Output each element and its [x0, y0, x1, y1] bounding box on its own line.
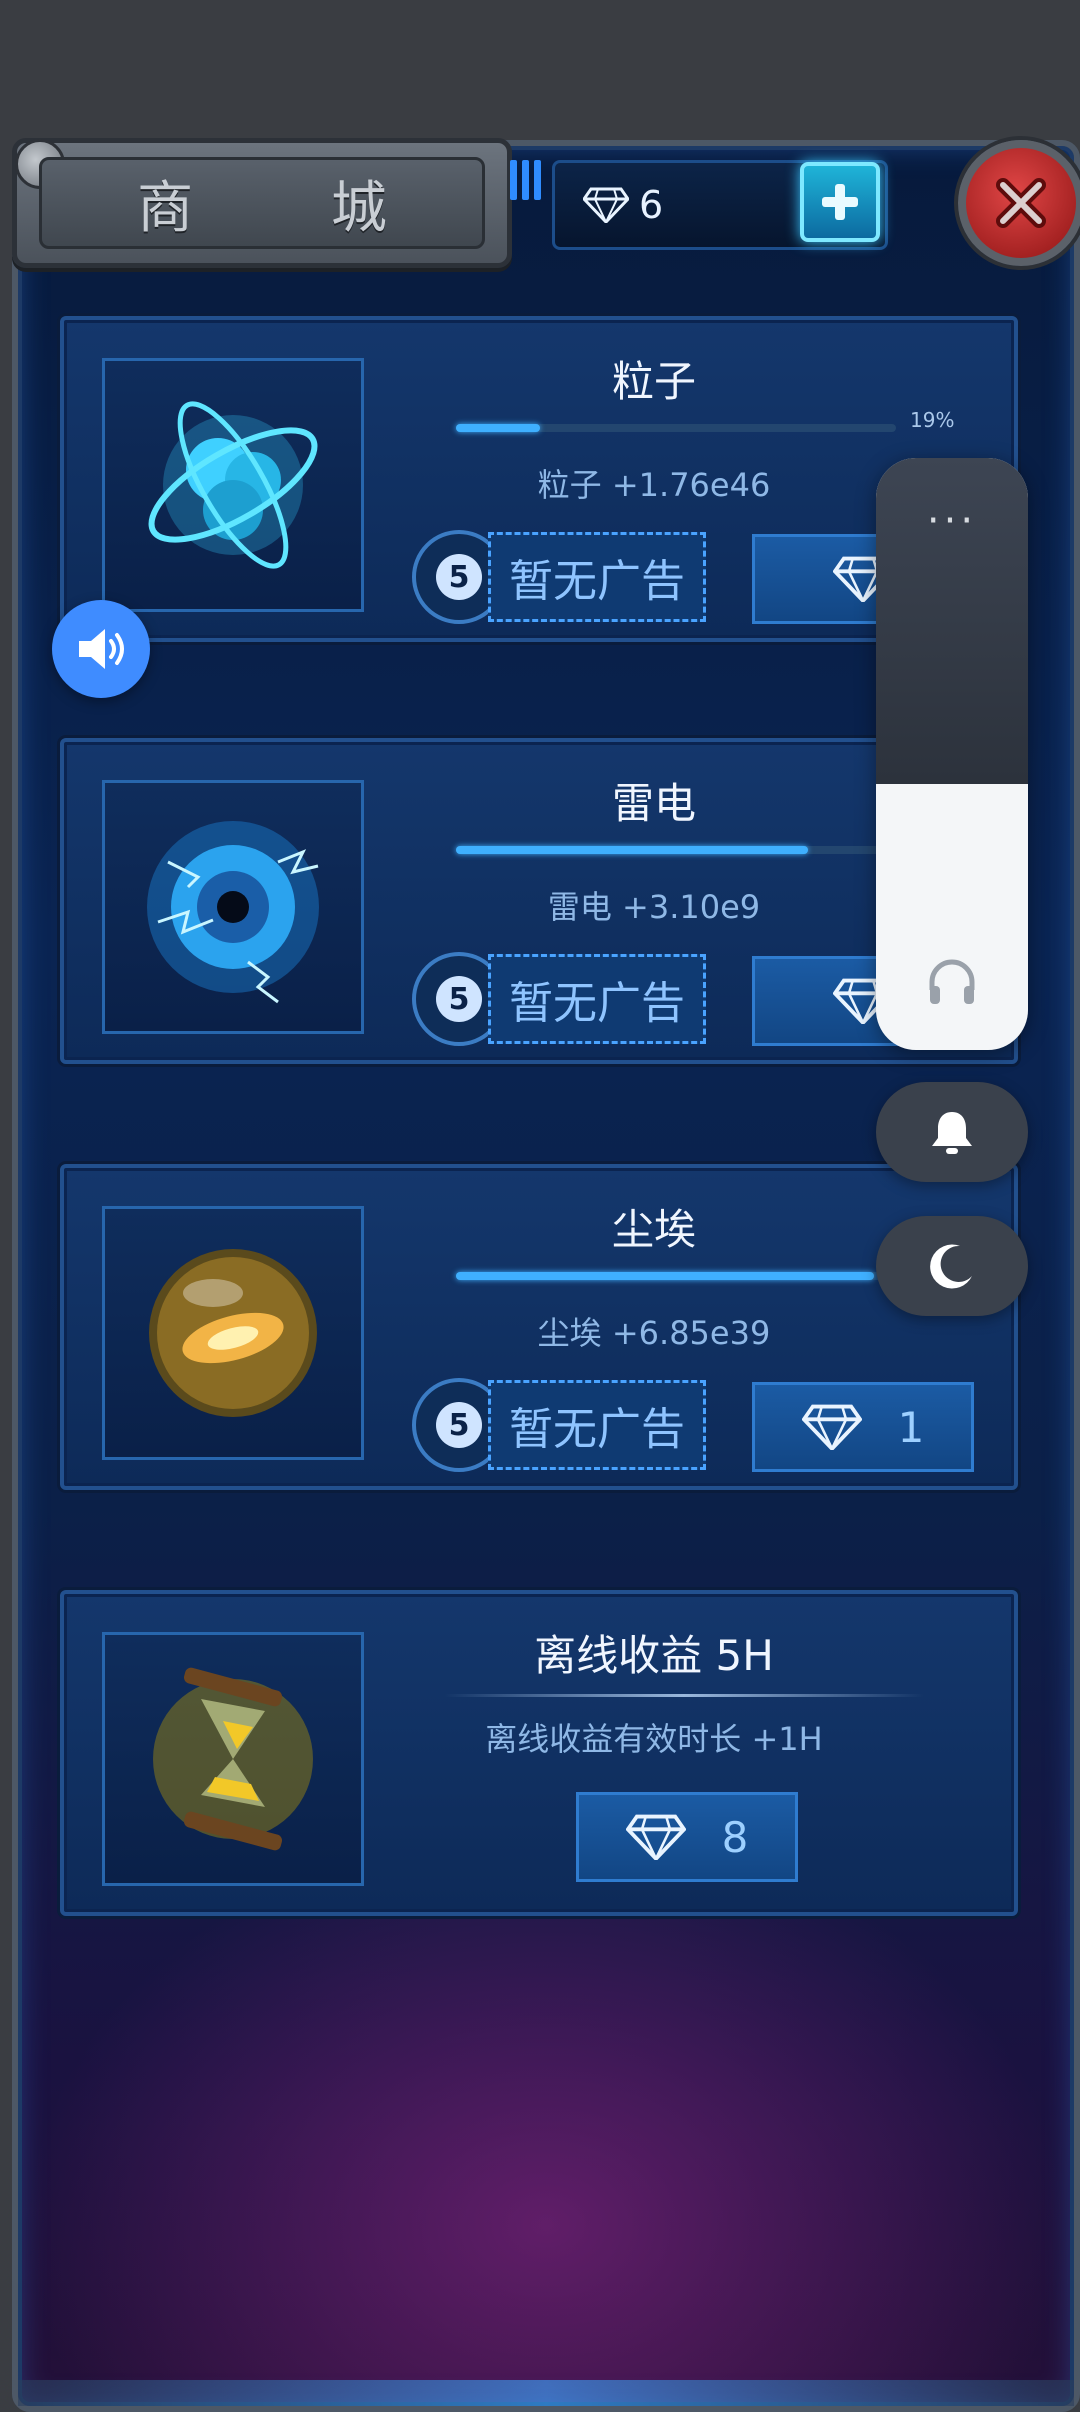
progress-fill: [456, 846, 808, 854]
watch-ad-button[interactable]: 5 暂无广告: [412, 530, 706, 624]
watch-ad-button[interactable]: 5 暂无广告: [412, 952, 706, 1046]
stripes-decoration: [510, 160, 550, 200]
diamond-icon: [801, 1404, 862, 1450]
shop-item-card: 尘埃 尘埃 +6.85e39 5 暂无广告 1: [60, 1164, 1018, 1490]
buy-with-gems-button[interactable]: 8: [576, 1792, 798, 1882]
item-desc: 离线收益有效时长 +1H: [485, 1720, 823, 1758]
ad-count: 5: [436, 1402, 482, 1448]
item-desc: 尘埃 +6.85e39: [537, 1314, 771, 1352]
progress-bar: [456, 424, 896, 432]
watch-ad-button[interactable]: 5 暂无广告: [412, 1378, 706, 1472]
ad-count: 5: [436, 554, 482, 600]
ring-mode-button[interactable]: [876, 1082, 1028, 1182]
title-plate: 商 城: [12, 138, 512, 268]
gem-count: 6: [639, 183, 664, 227]
particle-icon: [148, 401, 318, 569]
progress-bar: [456, 1272, 896, 1280]
item-thumbnail: [102, 1632, 364, 1886]
item-thumbnail: [102, 1206, 364, 1460]
item-thumbnail: [102, 358, 364, 612]
ad-label: 暂无广告: [488, 532, 706, 622]
progress-bar: [456, 846, 896, 854]
ad-label: 暂无广告: [488, 954, 706, 1044]
close-icon: [996, 178, 1046, 228]
moon-icon: [930, 1244, 972, 1289]
close-button[interactable]: [958, 140, 1080, 266]
item-thumbnail: [102, 780, 364, 1034]
page-title: 商 城: [39, 157, 485, 249]
gem-price: 1: [897, 1402, 925, 1452]
progress-fill: [456, 424, 540, 432]
volume-slider[interactable]: ···: [876, 458, 1028, 1050]
item-desc: 粒子 +1.76e46: [537, 466, 771, 504]
more-icon[interactable]: ···: [876, 498, 1028, 544]
speaker-icon: [79, 629, 124, 669]
progress-percent: 19%: [910, 408, 955, 432]
gem-price: 8: [721, 1812, 749, 1862]
item-desc: 雷电 +3.10e9: [547, 888, 761, 926]
buy-with-gems-button[interactable]: 1: [752, 1382, 974, 1472]
shop-item-card: 粒子 19% 粒子 +1.76e46 5 暂无广告: [60, 316, 1018, 642]
ad-label: 暂无广告: [488, 1380, 706, 1470]
dust-orb-icon: [149, 1249, 317, 1417]
thunder-orb-icon: [147, 821, 319, 1004]
speaker-button[interactable]: [52, 600, 150, 698]
plus-icon: [822, 184, 858, 220]
progress-fill: [456, 1272, 874, 1280]
diamond-icon: [583, 187, 629, 223]
shop-item-card: 雷电 雷电 +3.10e9 5 暂无广告: [60, 738, 1018, 1064]
headphones-icon: [929, 959, 975, 1004]
item-title: 粒子: [611, 357, 696, 406]
diamond-icon: [625, 1814, 686, 1860]
frame-bottom-glow: [18, 2380, 1074, 2406]
hourglass-icon: [153, 1667, 313, 1851]
item-title: 雷电: [611, 779, 696, 828]
add-gems-button[interactable]: [800, 162, 880, 242]
item-title: 尘埃: [611, 1205, 696, 1254]
do-not-disturb-button[interactable]: [876, 1216, 1028, 1316]
shop-item-card: 离线收益 5H 离线收益有效时长 +1H 8: [60, 1590, 1018, 1916]
bell-icon: [932, 1112, 972, 1154]
separator: [444, 1694, 924, 1697]
ad-count: 5: [436, 976, 482, 1022]
item-title: 离线收益 5H: [534, 1631, 774, 1680]
